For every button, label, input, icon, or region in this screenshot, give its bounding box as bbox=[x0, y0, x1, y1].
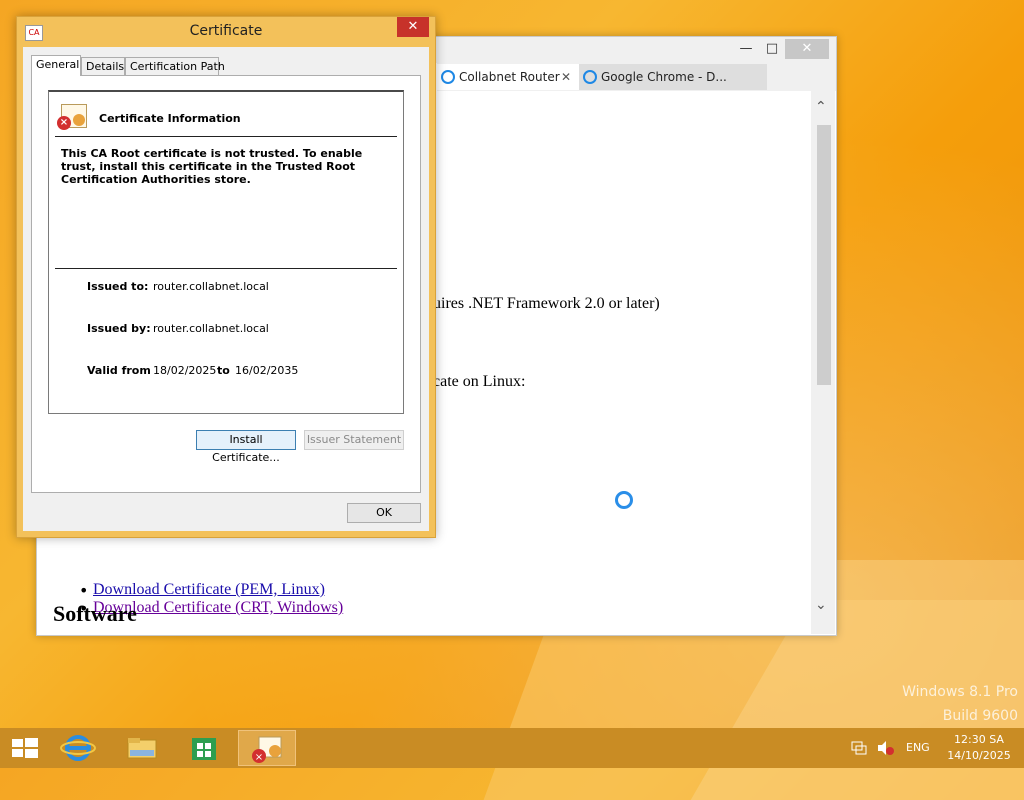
valid-to-label: to bbox=[217, 364, 230, 377]
bullet-icon: • bbox=[79, 581, 89, 600]
software-heading: Software bbox=[53, 601, 137, 626]
divider bbox=[55, 136, 397, 137]
clock[interactable]: 12:30 SA 14/10/2025 bbox=[944, 728, 1014, 768]
tab-general[interactable]: General bbox=[31, 55, 81, 76]
minimize-button[interactable]: — bbox=[733, 39, 759, 59]
scroll-down-icon[interactable]: ⌄ bbox=[815, 597, 827, 613]
start-button[interactable] bbox=[0, 730, 48, 766]
dialog-titlebar: CA Certificate ✕ bbox=[17, 17, 435, 47]
certificate-dialog: CA Certificate ✕ General Details Certifi… bbox=[16, 16, 436, 538]
taskbar: × ENG 12:30 SA 14/10/2025 bbox=[0, 728, 1024, 768]
tab-label: Collabnet Router bbox=[459, 70, 560, 84]
tab-label: Google Chrome - D... bbox=[601, 70, 727, 84]
folder-icon bbox=[127, 738, 157, 759]
clock-date: 14/10/2025 bbox=[947, 749, 1011, 762]
store-icon bbox=[192, 738, 216, 760]
language-indicator[interactable]: ENG bbox=[906, 728, 932, 768]
install-certificate-button[interactable]: Install Certificate... bbox=[196, 430, 296, 464]
ie-icon bbox=[60, 735, 96, 761]
dialog-body: General Details Certification Path × Cer… bbox=[23, 47, 429, 531]
tab-details[interactable]: Details bbox=[81, 57, 125, 75]
tab-collabnet-router[interactable]: Collabnet Router ✕ bbox=[437, 64, 600, 90]
taskbar-internet-explorer[interactable] bbox=[52, 730, 104, 766]
maximize-button[interactable]: □ bbox=[759, 39, 785, 59]
loading-spinner-icon bbox=[615, 491, 633, 509]
windows-logo-icon bbox=[12, 738, 38, 758]
volume-muted-icon[interactable] bbox=[876, 740, 896, 780]
clock-time: 12:30 SA bbox=[954, 733, 1004, 746]
general-tab-panel: × Certificate Information This CA Root c… bbox=[31, 75, 421, 493]
valid-to-value: 16/02/2035 bbox=[235, 364, 299, 377]
taskbar-certificate[interactable]: × bbox=[238, 730, 296, 766]
page-text: cate on Linux: bbox=[433, 373, 526, 390]
close-button[interactable]: ✕ bbox=[397, 17, 429, 37]
valid-from-label: Valid from bbox=[87, 364, 151, 377]
trust-warning-text: This CA Root certificate is not trusted.… bbox=[61, 147, 363, 186]
ie-icon bbox=[583, 70, 597, 84]
untrusted-certificate-icon: × bbox=[57, 104, 87, 130]
network-icon[interactable] bbox=[850, 740, 870, 780]
scroll-thumb[interactable] bbox=[817, 125, 831, 385]
taskbar-file-explorer[interactable] bbox=[116, 730, 168, 766]
page-text: uires .NET Framework 2.0 or later) bbox=[433, 295, 660, 312]
issued-to-label: Issued to: bbox=[87, 280, 149, 293]
certificate-icon: × bbox=[252, 736, 282, 763]
ok-button[interactable]: OK bbox=[347, 503, 421, 523]
download-pem-link[interactable]: Download Certificate (PEM, Linux) bbox=[93, 581, 325, 599]
scroll-up-icon[interactable]: ⌃ bbox=[815, 99, 827, 115]
ie-icon bbox=[441, 70, 455, 84]
dialog-title: Certificate bbox=[189, 23, 263, 39]
issued-by-value: router.collabnet.local bbox=[153, 322, 269, 335]
certificate-info-box: × Certificate Information This CA Root c… bbox=[48, 90, 404, 414]
browser-tab-bar: Collabnet Router ✕ Google Chrome - D... … bbox=[437, 63, 836, 112]
info-title: Certificate Information bbox=[99, 112, 241, 125]
tab-google-chrome[interactable]: Google Chrome - D... bbox=[579, 64, 767, 90]
issued-to-value: router.collabnet.local bbox=[153, 280, 269, 293]
tab-certification-path[interactable]: Certification Path bbox=[125, 57, 225, 75]
close-button[interactable]: ✕ bbox=[785, 39, 829, 59]
svg-text:×: × bbox=[255, 752, 263, 763]
vertical-scrollbar[interactable]: ⌃ ⌄ bbox=[811, 91, 835, 634]
issued-by-label: Issued by: bbox=[87, 322, 151, 335]
divider bbox=[55, 268, 397, 269]
windows-build-watermark: Build 9600 bbox=[942, 708, 1018, 724]
taskbar-store[interactable] bbox=[178, 730, 230, 766]
close-tab-icon[interactable]: ✕ bbox=[561, 64, 571, 90]
valid-from-value: 18/02/2025 bbox=[153, 364, 217, 377]
issuer-statement-button[interactable]: Issuer Statement bbox=[304, 430, 404, 450]
windows-edition-watermark: Windows 8.1 Pro bbox=[902, 684, 1018, 700]
